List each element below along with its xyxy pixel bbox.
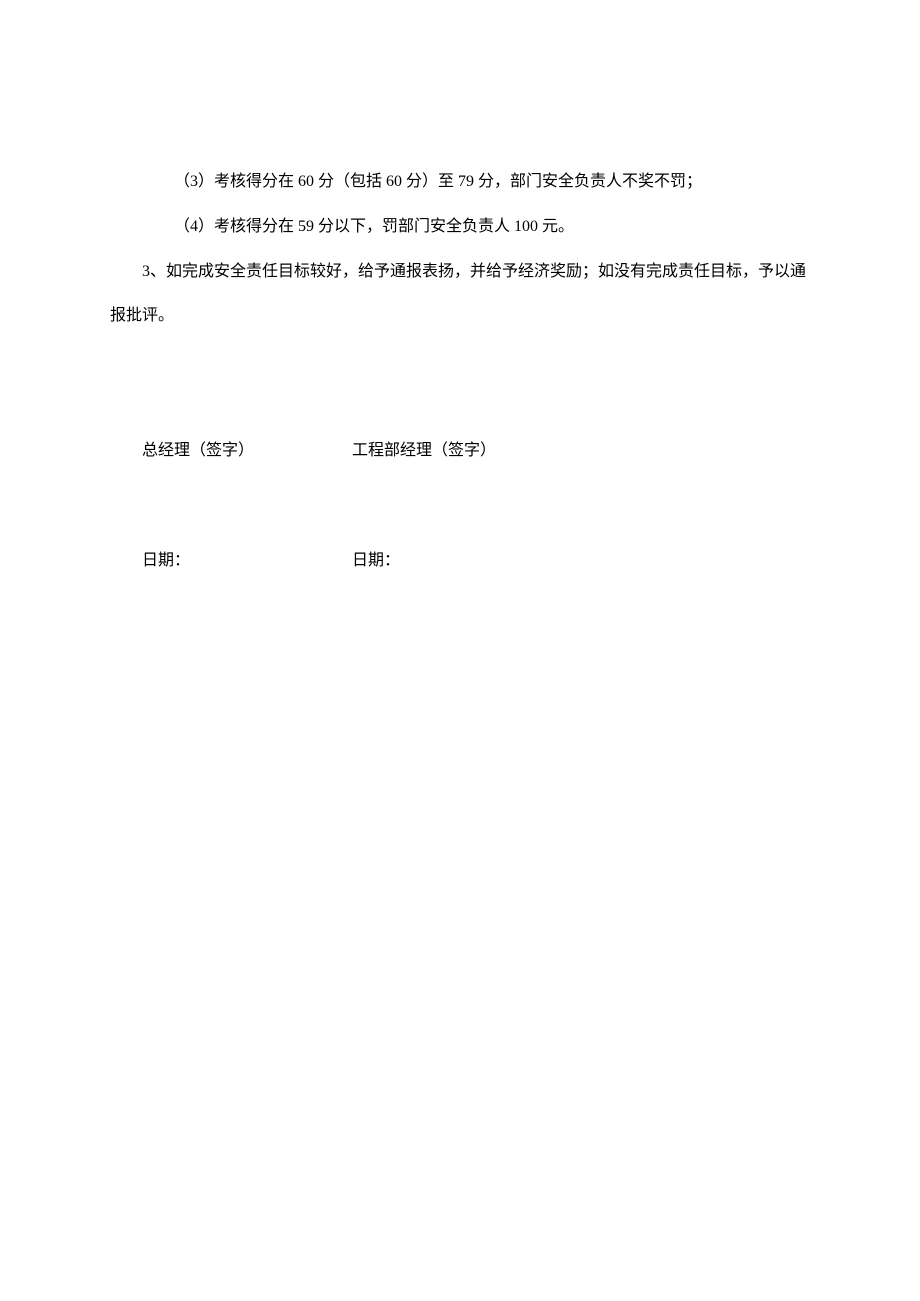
clause-3: 3、如完成安全责任目标较好，给予通报表扬，并给予经济奖励；如没有完成责任目标，予…: [110, 250, 810, 340]
gm-signature-label: 总经理（签字）: [142, 429, 352, 474]
date-row: 日期： 日期：: [110, 539, 810, 584]
eng-manager-signature-label: 工程部经理（签字）: [352, 429, 810, 474]
signature-row: 总经理（签字） 工程部经理（签字）: [110, 429, 810, 474]
date-left-label: 日期：: [142, 539, 352, 584]
date-right-label: 日期：: [352, 539, 810, 584]
list-item-3: （3）考核得分在 60 分（包括 60 分）至 79 分，部门安全负责人不奖不罚…: [110, 160, 810, 205]
list-item-4: （4）考核得分在 59 分以下，罚部门安全负责人 100 元。: [110, 205, 810, 250]
